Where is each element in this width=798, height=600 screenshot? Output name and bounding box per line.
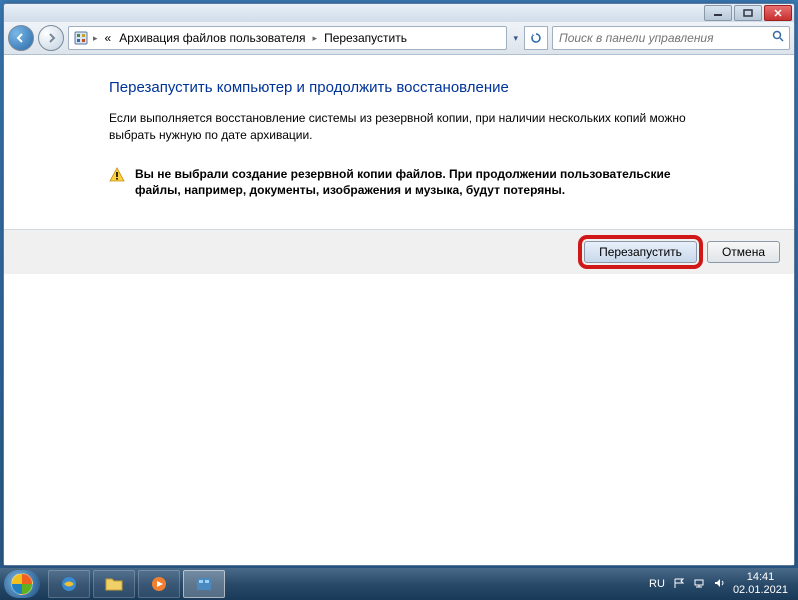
warning-icon: [109, 167, 125, 183]
taskbar-control-panel-icon[interactable]: [183, 570, 225, 598]
breadcrumb-prefix[interactable]: «: [102, 31, 115, 45]
control-panel-window: ▸ « Архивация файлов пользователя ▸ Пере…: [3, 3, 795, 566]
page-heading: Перезапустить компьютер и продолжить вос…: [109, 79, 689, 96]
breadcrumb-item-backup[interactable]: Архивация файлов пользователя: [116, 31, 308, 45]
forward-button[interactable]: [38, 25, 64, 51]
chevron-icon: ▸: [311, 33, 320, 44]
breadcrumb[interactable]: ▸ « Архивация файлов пользователя ▸ Пере…: [68, 26, 507, 50]
desktop: ▸ « Архивация файлов пользователя ▸ Пере…: [0, 0, 798, 600]
taskbar-ie-icon[interactable]: [48, 570, 90, 598]
dropdown-chevron-icon[interactable]: ▾: [511, 33, 520, 44]
taskbar: RU 14:41 02.01.2021: [0, 568, 798, 600]
titlebar: [4, 4, 794, 22]
restart-button[interactable]: Перезапустить: [584, 241, 697, 263]
warning-text: Вы не выбрали создание резервной копии ф…: [135, 166, 689, 200]
network-icon[interactable]: [693, 577, 705, 592]
close-button[interactable]: [764, 5, 792, 21]
breadcrumb-item-restart[interactable]: Перезапустить: [321, 31, 410, 45]
warning-row: Вы не выбрали создание резервной копии ф…: [109, 166, 689, 200]
minimize-button[interactable]: [704, 5, 732, 21]
content-area: Перезапустить компьютер и продолжить вос…: [4, 55, 794, 565]
search-box[interactable]: [552, 26, 790, 50]
chevron-icon: ▸: [91, 33, 100, 44]
volume-icon[interactable]: [713, 577, 725, 592]
taskbar-explorer-icon[interactable]: [93, 570, 135, 598]
system-tray: RU 14:41 02.01.2021: [649, 571, 794, 597]
windows-logo-icon: [11, 573, 33, 595]
body-text: Если выполняется восстановление системы …: [109, 110, 689, 144]
flag-icon[interactable]: [673, 577, 685, 592]
refresh-button[interactable]: [524, 26, 548, 50]
back-button[interactable]: [8, 25, 34, 51]
clock-date: 02.01.2021: [733, 584, 788, 597]
button-row: Перезапустить Отмена: [4, 229, 794, 274]
maximize-button[interactable]: [734, 5, 762, 21]
taskbar-media-icon[interactable]: [138, 570, 180, 598]
search-input[interactable]: [557, 30, 772, 46]
navbar: ▸ « Архивация файлов пользователя ▸ Пере…: [4, 22, 794, 55]
language-indicator[interactable]: RU: [649, 578, 665, 590]
search-icon[interactable]: [772, 30, 785, 46]
clock[interactable]: 14:41 02.01.2021: [733, 571, 788, 597]
start-button[interactable]: [4, 570, 40, 598]
clock-time: 14:41: [733, 571, 788, 584]
cancel-button[interactable]: Отмена: [707, 241, 780, 263]
control-panel-icon: [73, 30, 89, 46]
